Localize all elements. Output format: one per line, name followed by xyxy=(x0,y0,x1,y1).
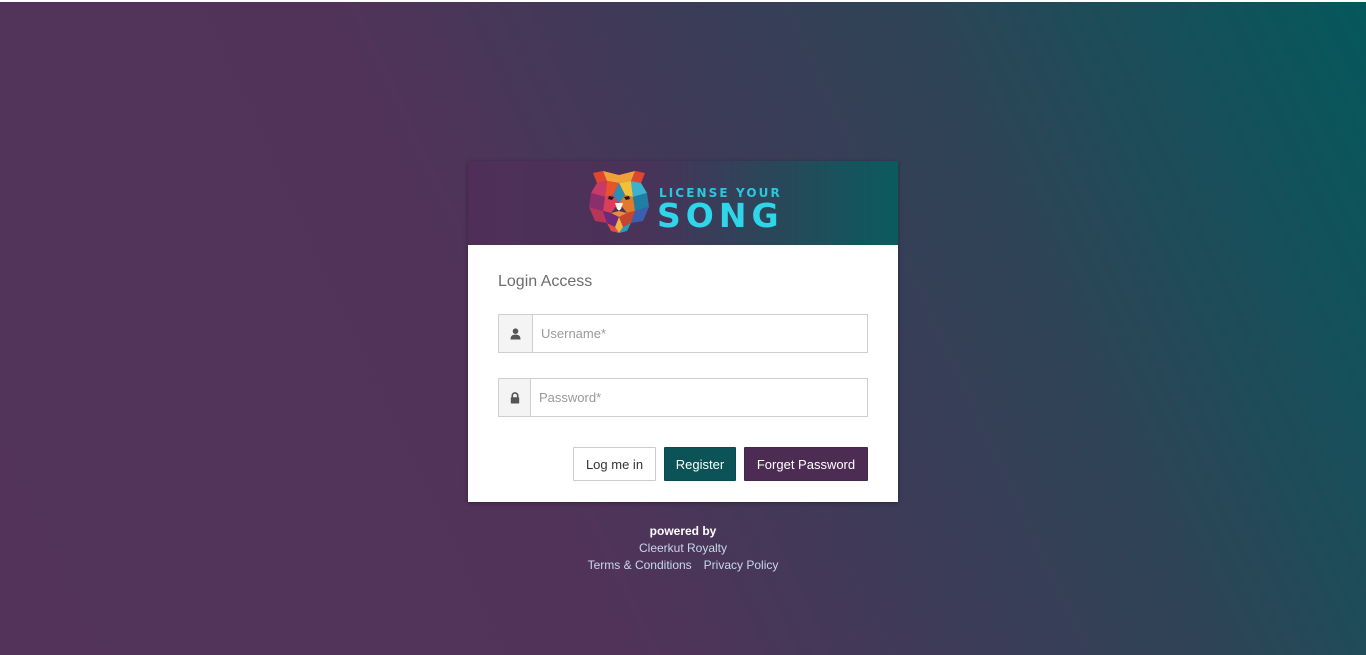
login-card: LICENSE YOUR SONG Login Access Username*… xyxy=(468,161,898,502)
username-group xyxy=(498,314,868,353)
card-header: LICENSE YOUR SONG xyxy=(468,161,898,245)
login-title: Login Access xyxy=(498,273,593,290)
register-button[interactable]: Register xyxy=(664,447,736,481)
user-icon xyxy=(499,315,533,352)
powered-by-label: powered by xyxy=(649,524,717,538)
brand-logo: LICENSE YOUR SONG xyxy=(587,169,782,237)
top-strip xyxy=(0,0,1366,2)
tiger-head-icon xyxy=(589,171,649,233)
forget-password-button[interactable]: Forget Password xyxy=(744,447,868,481)
password-input[interactable] xyxy=(531,379,867,416)
footer: powered by Cleerkut Royalty Terms & Cond… xyxy=(468,523,898,574)
brand-name: SONG xyxy=(657,196,784,235)
password-group xyxy=(498,378,868,417)
privacy-link[interactable]: Privacy Policy xyxy=(704,558,779,572)
company-link[interactable]: Cleerkut Royalty xyxy=(639,541,727,555)
footer-links: Terms & Conditions Privacy Policy xyxy=(468,557,898,574)
terms-link[interactable]: Terms & Conditions xyxy=(588,558,692,572)
login-button[interactable]: Log me in xyxy=(573,447,656,481)
username-input[interactable] xyxy=(533,315,867,352)
lock-icon xyxy=(499,379,531,416)
